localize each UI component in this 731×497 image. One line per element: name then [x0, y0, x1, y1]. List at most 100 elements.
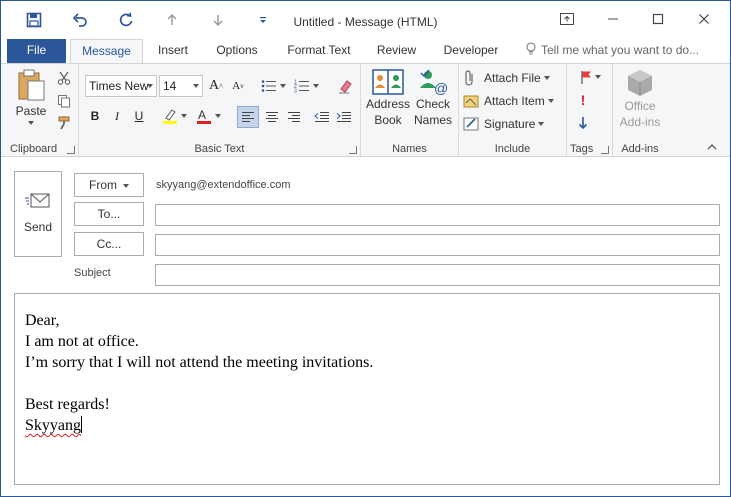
bullets-button[interactable]	[259, 76, 287, 96]
office-addins-label-line2: Add-ins	[619, 115, 661, 129]
check-names-button[interactable]: @ Check Names	[411, 68, 455, 138]
chevron-down-icon	[594, 75, 601, 79]
font-size-combo[interactable]: 14	[159, 75, 203, 97]
maximize-icon[interactable]	[644, 7, 672, 31]
font-name-value: Times New	[89, 79, 149, 93]
bullet-list-icon	[261, 80, 276, 92]
ribbon-tab-bar: File Message Insert Options Format Text …	[1, 39, 730, 64]
tab-developer[interactable]: Developer	[435, 39, 507, 63]
basic-text-dialog-launcher[interactable]	[349, 146, 357, 154]
follow-up-flag-button[interactable]	[575, 68, 605, 86]
highlight-button[interactable]	[159, 106, 189, 126]
from-address: skyyang@extendoffice.com	[156, 179, 291, 191]
tab-options[interactable]: Options	[206, 39, 268, 63]
tab-message[interactable]: Message	[70, 39, 143, 64]
tab-review[interactable]: Review	[369, 39, 424, 63]
tell-me-placeholder: Tell me what you want to do...	[541, 43, 700, 57]
chevron-down-icon	[547, 99, 554, 103]
numbered-list-icon: 123	[294, 80, 309, 94]
shrink-font-icon[interactable]: Av	[229, 76, 247, 96]
svg-text:A: A	[198, 108, 206, 122]
tab-format-text[interactable]: Format Text	[279, 39, 359, 63]
chevron-down-icon	[279, 84, 286, 88]
signature-icon	[463, 117, 479, 131]
send-label: Send	[23, 220, 53, 234]
chevron-down-icon	[538, 122, 545, 126]
basic-text-group-label: Basic Text	[194, 143, 245, 155]
paste-label: Paste	[15, 104, 47, 118]
low-importance-icon[interactable]	[575, 114, 591, 132]
ribbon-display-options-icon[interactable]	[553, 7, 581, 31]
names-group: Address Book @ Check Names Names	[361, 64, 459, 157]
from-button[interactable]: From	[74, 173, 144, 197]
cc-field[interactable]	[155, 234, 720, 256]
cc-button[interactable]: Cc...	[74, 232, 144, 256]
send-button[interactable]: Send	[14, 171, 62, 257]
addins-group-label: Add-ins	[621, 143, 659, 155]
align-right-icon[interactable]	[283, 106, 305, 128]
send-envelope-icon	[25, 193, 50, 208]
office-addins-label-line1: Office	[624, 99, 656, 113]
underline-button[interactable]: U	[129, 106, 149, 126]
tags-dialog-launcher[interactable]	[601, 146, 609, 154]
clipboard-dialog-launcher[interactable]	[67, 146, 75, 154]
include-group: Attach File Attach Item Signature Includ…	[459, 64, 567, 157]
align-center-icon[interactable]	[261, 106, 283, 128]
minimize-icon[interactable]	[599, 7, 627, 31]
tab-insert[interactable]: Insert	[148, 39, 198, 63]
message-window: Untitled - Message (HTML) File Message I…	[0, 0, 731, 497]
office-addins-button[interactable]: Office Add-ins	[617, 68, 663, 138]
font-name-combo[interactable]: Times New	[85, 75, 157, 97]
svg-text:3: 3	[294, 89, 297, 94]
font-color-icon: A	[196, 108, 211, 124]
text-caret	[81, 416, 82, 433]
grow-font-icon[interactable]: A ^	[207, 76, 225, 96]
high-importance-icon[interactable]: !	[575, 91, 591, 109]
attach-file-button[interactable]: Attach File	[463, 68, 563, 88]
bold-button[interactable]: B	[85, 106, 105, 126]
title-bar: Untitled - Message (HTML)	[1, 1, 730, 39]
cut-icon[interactable]	[55, 69, 73, 87]
chevron-down-icon	[147, 84, 153, 88]
attach-file-label: Attach File	[484, 71, 541, 85]
to-field[interactable]	[155, 204, 720, 226]
format-painter-icon[interactable]	[55, 114, 73, 132]
paste-button[interactable]: Paste	[9, 68, 53, 132]
paperclip-icon	[465, 70, 473, 86]
attach-item-icon	[463, 95, 479, 108]
to-button[interactable]: To...	[74, 202, 144, 226]
attach-item-button[interactable]: Attach Item	[463, 91, 563, 111]
signature-label: Signature	[484, 117, 536, 131]
check-names-label-line1: Check	[415, 97, 450, 111]
increase-indent-icon[interactable]	[333, 106, 355, 128]
decrease-indent-icon[interactable]	[311, 106, 333, 128]
close-icon[interactable]	[690, 7, 718, 31]
svg-text:@: @	[434, 80, 448, 96]
lightbulb-icon	[526, 42, 536, 55]
numbering-button[interactable]: 123	[291, 76, 321, 96]
chevron-down-icon	[312, 84, 319, 88]
tell-me-search[interactable]: Tell me what you want to do...	[525, 39, 715, 63]
from-label: From	[89, 178, 117, 192]
font-color-button[interactable]: A	[193, 106, 223, 126]
copy-icon[interactable]	[55, 92, 73, 110]
paste-icon	[18, 69, 45, 101]
body-line: Best regards!	[25, 396, 110, 413]
collapse-ribbon-icon[interactable]	[705, 140, 719, 154]
body-line: Dear,	[25, 312, 60, 329]
message-body-editor[interactable]: Dear, I am not at office. I’m sorry that…	[14, 293, 720, 485]
tab-file[interactable]: File	[7, 39, 66, 63]
clipboard-group: Paste Clipboard	[1, 64, 79, 157]
clear-formatting-icon[interactable]	[335, 76, 355, 96]
font-size-value: 14	[163, 79, 177, 93]
address-book-icon	[372, 69, 404, 95]
italic-button[interactable]: I	[107, 106, 127, 126]
body-line	[25, 373, 709, 394]
align-left-icon[interactable]	[237, 106, 259, 128]
highlighter-icon	[162, 109, 177, 124]
chevron-down-icon	[214, 114, 221, 118]
address-book-button[interactable]: Address Book	[365, 68, 411, 138]
body-line: I am not at office.	[25, 333, 139, 350]
signature-button[interactable]: Signature	[463, 114, 563, 134]
subject-field[interactable]	[155, 264, 720, 286]
